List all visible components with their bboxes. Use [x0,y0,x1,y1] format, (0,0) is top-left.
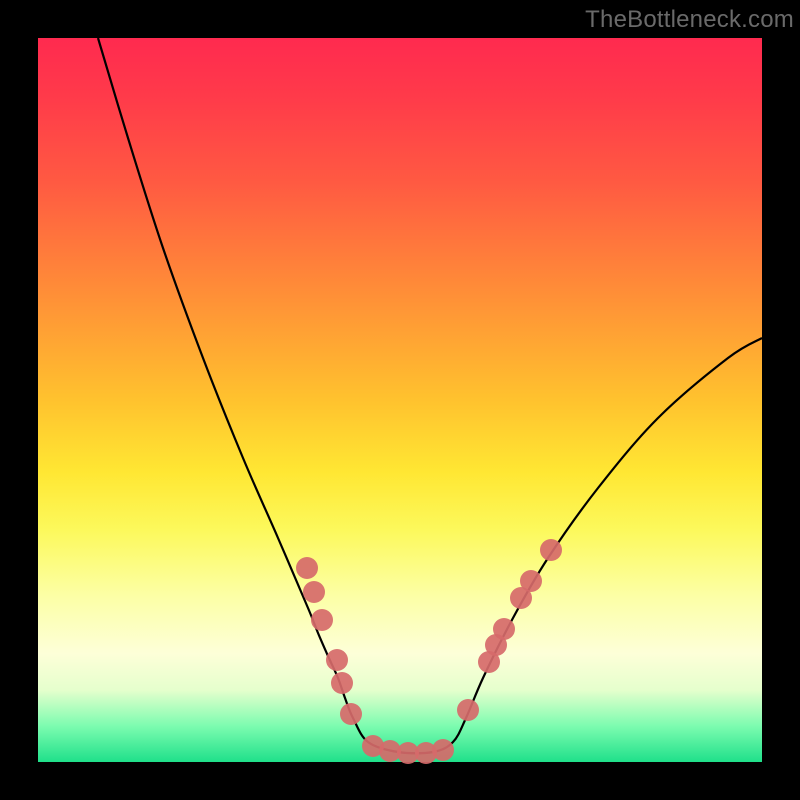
outer-frame: TheBottleneck.com [0,0,800,800]
data-markers [296,539,562,764]
bottleneck-curve [98,38,762,753]
data-marker [457,699,479,721]
data-marker [296,557,318,579]
plot-area [38,38,762,762]
data-marker [493,618,515,640]
data-marker [540,539,562,561]
chart-svg [38,38,762,762]
data-marker [340,703,362,725]
data-marker [326,649,348,671]
data-marker [331,672,353,694]
watermark-text: TheBottleneck.com [585,6,794,34]
data-marker [311,609,333,631]
data-marker [432,739,454,761]
data-marker [303,581,325,603]
data-marker [520,570,542,592]
curve-path-group [98,38,762,753]
